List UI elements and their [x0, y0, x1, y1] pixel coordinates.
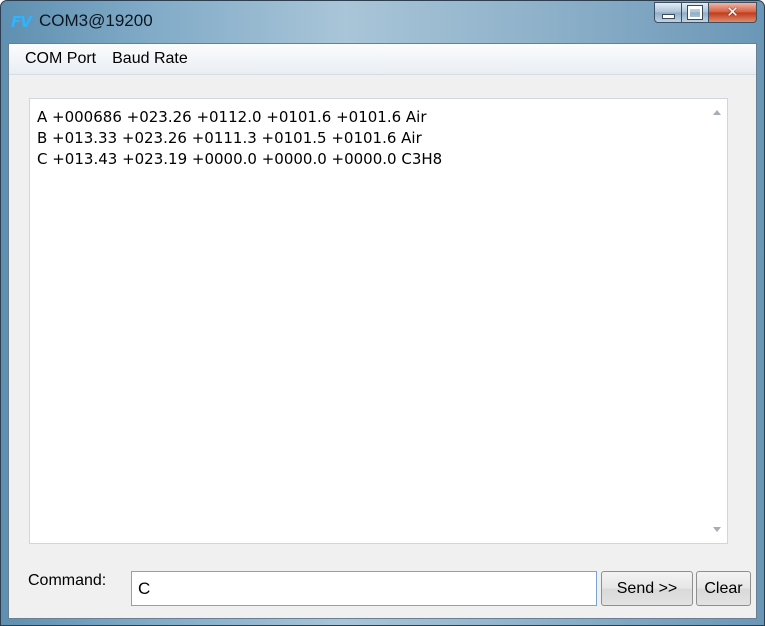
- scroll-up-arrow-icon[interactable]: [713, 110, 721, 115]
- minimize-button[interactable]: [654, 2, 682, 23]
- command-input[interactable]: [131, 571, 597, 606]
- send-button[interactable]: Send >>: [601, 571, 693, 606]
- output-line-a: A +000686 +023.26 +0112.0 +0101.6 +0101.…: [37, 108, 427, 126]
- output-line-c: C +013.43 +023.19 +0000.0 +0000.0 +0000.…: [37, 150, 443, 168]
- close-icon: ✕: [726, 3, 739, 21]
- client-area: COM Port Baud Rate A +000686 +023.26 +01…: [8, 43, 757, 619]
- close-button[interactable]: ✕: [709, 2, 757, 23]
- output-lines: A +000686 +023.26 +0112.0 +0101.6 +0101.…: [37, 107, 697, 170]
- window-controls: ✕: [654, 2, 757, 24]
- app-logo-icon: FV: [11, 13, 32, 31]
- menu-bar: COM Port Baud Rate: [9, 44, 756, 75]
- app-window: FV COM3@19200 ✕ COM Port Baud Rate A +00…: [0, 0, 765, 626]
- command-label: Command:: [28, 572, 107, 589]
- vertical-scrollbar[interactable]: [709, 99, 727, 543]
- output-log[interactable]: A +000686 +023.26 +0112.0 +0101.6 +0101.…: [29, 98, 728, 544]
- maximize-button[interactable]: [682, 2, 709, 23]
- maximize-icon: [687, 5, 703, 20]
- scroll-down-arrow-icon[interactable]: [713, 527, 721, 532]
- clear-button[interactable]: Clear: [696, 571, 751, 606]
- window-title: COM3@19200: [39, 11, 153, 30]
- title-bar[interactable]: FV COM3@19200 ✕: [1, 1, 764, 43]
- menu-com-port[interactable]: COM Port: [25, 48, 96, 70]
- output-line-b: B +013.33 +023.26 +0111.3 +0101.5 +0101.…: [37, 129, 422, 147]
- minimize-icon: [661, 13, 675, 19]
- menu-baud-rate[interactable]: Baud Rate: [112, 48, 188, 70]
